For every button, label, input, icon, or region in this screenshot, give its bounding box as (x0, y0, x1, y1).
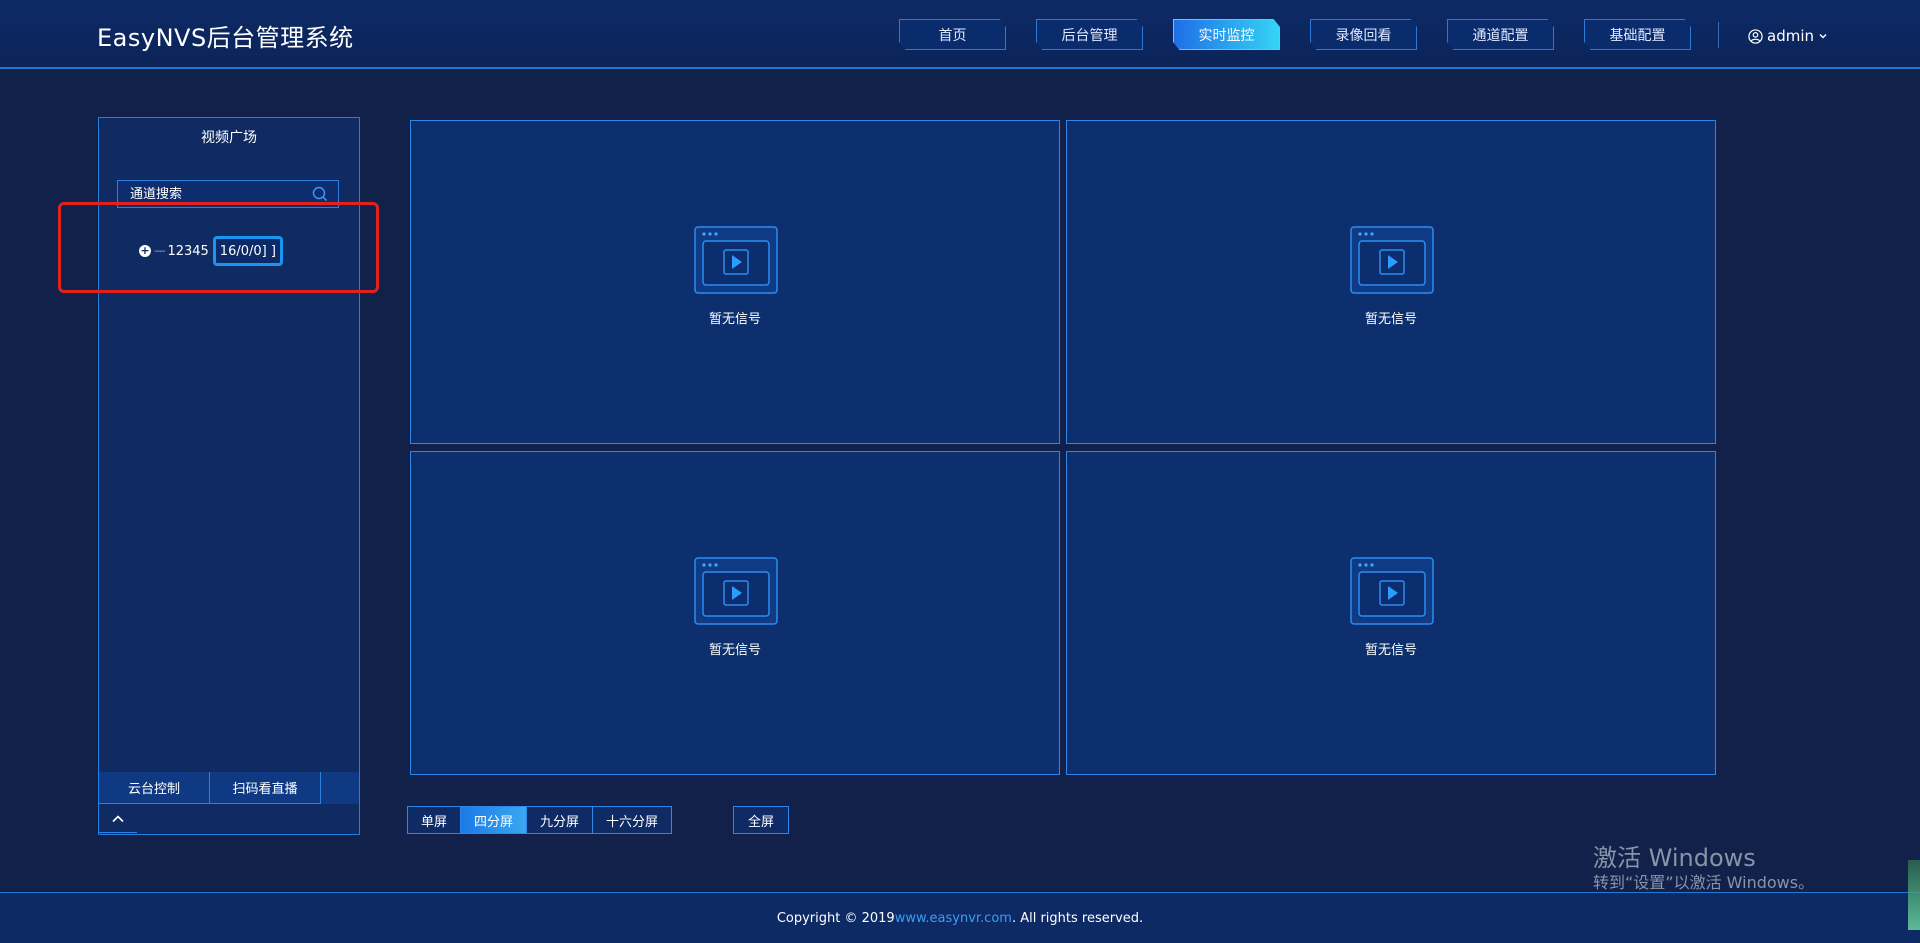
channel-search (117, 180, 339, 208)
video-square-sidebar: 视频广场 + ---- 12345 16/0/0] ] 云台控制 扫码看直播 (98, 117, 360, 835)
video-panel-1[interactable]: 暂无信号 (410, 120, 1060, 444)
video-panel-2[interactable]: 暂无信号 (1066, 120, 1716, 444)
windows-activation-title: 激活 Windows (1593, 844, 1756, 872)
copyright-suffix: . All rights reserved. (1011, 910, 1144, 926)
tab-backend-management[interactable]: 后台管理 (1036, 19, 1143, 50)
tab-live-monitor[interactable]: 实时监控 (1173, 19, 1280, 50)
layout-quad-button[interactable]: 四分屏 (461, 807, 528, 833)
no-signal-text: 暂无信号 (1364, 312, 1417, 327)
tree-node-device[interactable]: + ---- 12345 16/0/0] ] (139, 236, 283, 266)
scrollbar-thumb[interactable] (1908, 860, 1920, 930)
layout-nine-button[interactable]: 九分屏 (527, 807, 594, 833)
user-icon (1748, 28, 1763, 44)
plus-circle-icon[interactable]: + (139, 245, 151, 257)
channel-search-input[interactable] (118, 181, 320, 207)
fullscreen-button[interactable]: 全屏 (733, 806, 789, 834)
no-signal-text: 暂无信号 (708, 643, 761, 658)
video-placeholder-icon (694, 557, 778, 629)
footer-site-link[interactable]: www.easynvr.com (895, 911, 1012, 926)
user-menu[interactable]: admin (1748, 25, 1828, 47)
video-placeholder-icon (694, 226, 778, 298)
tab-basic-config[interactable]: 基础配置 (1584, 19, 1691, 50)
user-name: admin (1767, 27, 1814, 45)
screen-layout-group: 单屏 四分屏 九分屏 十六分屏 (407, 806, 673, 834)
video-placeholder-icon (1350, 557, 1434, 629)
tree-node-name: 12345 (167, 243, 209, 259)
tab-home[interactable]: 首页 (899, 19, 1006, 50)
tree-connector: ---- (154, 245, 165, 257)
no-signal-text: 暂无信号 (1364, 643, 1417, 658)
tree-node-count: 16/0/0] ] (212, 236, 283, 266)
nav-divider (1718, 22, 1719, 48)
layout-sixteen-button[interactable]: 十六分屏 (593, 807, 672, 833)
video-placeholder-icon (1350, 226, 1434, 298)
tab-channel-config[interactable]: 通道配置 (1447, 19, 1554, 50)
no-signal-text: 暂无信号 (708, 312, 761, 327)
copyright-prefix: Copyright © 2019 (776, 910, 895, 926)
tab-qr-live[interactable]: 扫码看直播 (210, 772, 321, 804)
app-title: EasyNVS后台管理系统 (97, 24, 354, 52)
layout-single-button[interactable]: 单屏 (408, 807, 462, 833)
tab-recording-playback[interactable]: 录像回看 (1310, 19, 1417, 50)
video-panel-3[interactable]: 暂无信号 (410, 451, 1060, 775)
sidebar-bottom-tabs: 云台控制 扫码看直播 (99, 772, 359, 804)
chevron-up-icon (111, 809, 125, 828)
search-icon[interactable] (312, 186, 328, 206)
sidebar-bottom: 云台控制 扫码看直播 (99, 772, 359, 834)
windows-activation-hint: 转到“设置”以激活 Windows。 (1593, 873, 1815, 892)
chevron-down-icon (1818, 31, 1828, 41)
video-panel-4[interactable]: 暂无信号 (1066, 451, 1716, 775)
collapse-button[interactable] (99, 804, 137, 833)
top-header: EasyNVS后台管理系统 首页 后台管理 实时监控 录像回看 通道配置 基础配… (0, 0, 1920, 69)
footer: Copyright © 2019 www.easynvr.com . All r… (0, 892, 1920, 943)
tab-ptz-control[interactable]: 云台控制 (99, 772, 210, 804)
sidebar-title: 视频广场 (201, 130, 257, 146)
